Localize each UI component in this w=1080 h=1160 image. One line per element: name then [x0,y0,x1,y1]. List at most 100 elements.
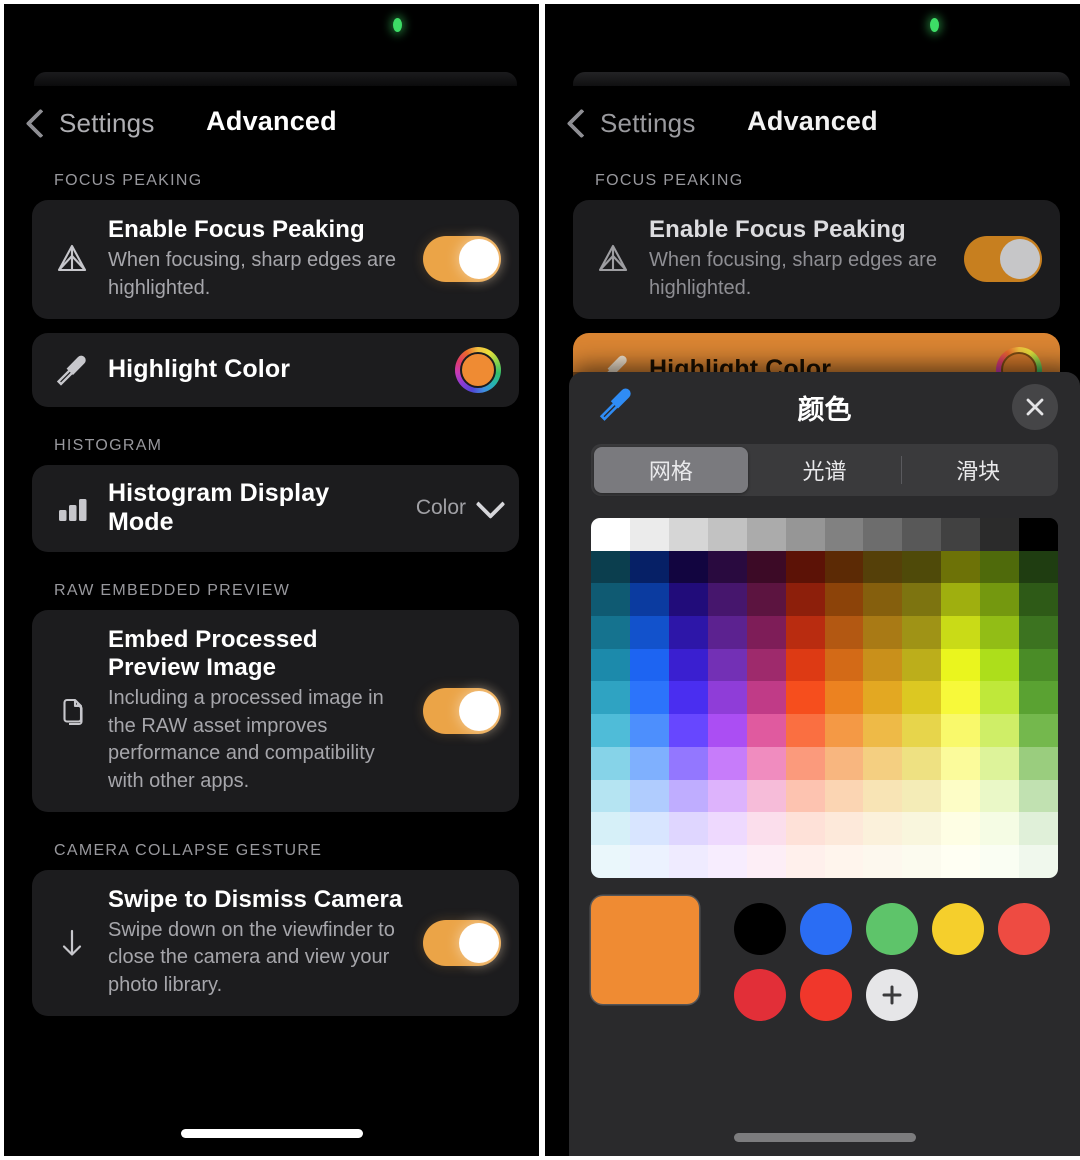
color-cell-0-9[interactable] [941,518,981,551]
color-cell-0-10[interactable] [980,518,1020,551]
color-cell-5-9[interactable] [941,681,981,715]
color-cell-3-5[interactable] [785,616,825,649]
color-cell-10-7[interactable] [863,844,903,878]
color-cell-6-8[interactable] [902,714,942,747]
color-cell-5-5[interactable] [785,681,825,715]
color-cell-8-3[interactable] [707,779,747,813]
swatch-red[interactable] [998,902,1050,955]
color-cell-5-4[interactable] [746,681,786,715]
color-cell-7-9[interactable] [941,746,981,780]
color-cell-10-5[interactable] [785,844,825,878]
color-cell-6-0[interactable] [591,714,630,747]
color-cell-8-5[interactable] [785,779,825,813]
color-cell-2-2[interactable] [668,583,708,617]
color-cell-10-0[interactable] [591,844,630,878]
color-cell-1-11[interactable] [1019,550,1058,584]
swatch-cell[interactable] [859,896,925,962]
color-cell-3-11[interactable] [1019,616,1058,649]
color-cell-7-10[interactable] [980,746,1020,780]
color-cell-7-6[interactable] [824,746,864,780]
color-cell-6-4[interactable] [746,714,786,747]
color-cell-5-7[interactable] [863,681,903,715]
color-cell-5-11[interactable] [1019,681,1058,715]
color-cell-7-4[interactable] [746,746,786,780]
close-button[interactable] [1012,384,1058,430]
color-cell-1-7[interactable] [863,550,903,584]
color-cell-6-5[interactable] [785,714,825,747]
home-indicator[interactable] [733,1133,916,1142]
color-cell-10-11[interactable] [1019,844,1058,878]
row-highlight-color[interactable]: Highlight Color [32,332,519,407]
color-cell-4-11[interactable] [1019,648,1058,682]
color-cell-0-4[interactable] [746,518,786,551]
color-cell-8-7[interactable] [863,779,903,813]
color-cell-3-8[interactable] [902,616,942,649]
color-cell-9-7[interactable] [863,812,903,845]
color-cell-0-3[interactable] [707,518,747,551]
color-cell-2-8[interactable] [902,583,942,617]
color-cell-7-3[interactable] [707,746,747,780]
swatch-cell[interactable] [991,896,1057,962]
color-cell-2-5[interactable] [785,583,825,617]
color-cell-4-3[interactable] [707,648,747,682]
toggle-embed-processed-preview[interactable] [423,687,501,734]
color-cell-0-0[interactable] [591,518,630,551]
color-cell-3-3[interactable] [707,616,747,649]
color-cell-2-4[interactable] [746,583,786,617]
color-cell-6-7[interactable] [863,714,903,747]
recent-swatches-grid[interactable] [727,896,1057,1028]
tab-grid[interactable]: 网格 [594,447,748,493]
color-cell-1-1[interactable] [629,550,669,584]
color-cell-10-10[interactable] [980,844,1020,878]
color-wheel-swatch[interactable] [455,346,501,393]
color-cell-8-1[interactable] [629,779,669,813]
color-cell-2-0[interactable] [591,583,630,617]
row-embed-processed-preview-image[interactable]: Embed Processed Preview Image Including … [32,609,519,812]
tab-spectrum[interactable]: 光谱 [748,447,902,493]
row-enable-focus-peaking[interactable]: Enable Focus Peaking When focusing, shar… [573,200,1060,319]
color-cell-3-2[interactable] [668,616,708,649]
color-cell-5-3[interactable] [707,681,747,715]
swatch-red-3[interactable] [800,968,852,1021]
color-cell-10-4[interactable] [746,844,786,878]
swatch-cell[interactable] [793,962,859,1028]
toggle-swipe-to-dismiss[interactable] [423,919,501,966]
color-cell-9-9[interactable] [941,812,981,845]
color-cell-2-6[interactable] [824,583,864,617]
color-cell-6-6[interactable] [824,714,864,747]
toggle-enable-focus-peaking[interactable] [964,236,1042,283]
color-cell-9-1[interactable] [629,812,669,845]
swatch-green[interactable] [866,902,918,955]
color-cell-4-1[interactable] [629,648,669,682]
color-cell-1-5[interactable] [785,550,825,584]
color-cell-2-7[interactable] [863,583,903,617]
color-cell-6-10[interactable] [980,714,1020,747]
color-cell-0-6[interactable] [824,518,864,551]
color-cell-4-8[interactable] [902,648,942,682]
color-cell-9-6[interactable] [824,812,864,845]
color-cell-3-0[interactable] [591,616,630,649]
color-cell-6-9[interactable] [941,714,981,747]
color-cell-0-11[interactable] [1019,518,1058,551]
swatch-cell[interactable] [727,896,793,962]
color-cell-4-6[interactable] [824,648,864,682]
color-cell-1-2[interactable] [668,550,708,584]
color-cell-10-1[interactable] [629,844,669,878]
color-cell-8-0[interactable] [591,779,630,813]
color-cell-9-8[interactable] [902,812,942,845]
color-cell-4-9[interactable] [941,648,981,682]
color-cell-1-0[interactable] [591,550,630,584]
swatch-blue[interactable] [800,902,852,955]
menu-value-group[interactable]: Color [416,488,506,520]
color-grid[interactable] [591,518,1058,878]
color-cell-2-11[interactable] [1019,583,1058,617]
color-cell-5-0[interactable] [591,681,630,715]
color-cell-9-11[interactable] [1019,812,1058,845]
color-cell-4-4[interactable] [746,648,786,682]
color-cell-8-10[interactable] [980,779,1020,813]
color-cell-8-2[interactable] [668,779,708,813]
color-cell-5-6[interactable] [824,681,864,715]
color-cell-8-6[interactable] [824,779,864,813]
color-cell-4-2[interactable] [668,648,708,682]
color-cell-1-6[interactable] [824,550,864,584]
